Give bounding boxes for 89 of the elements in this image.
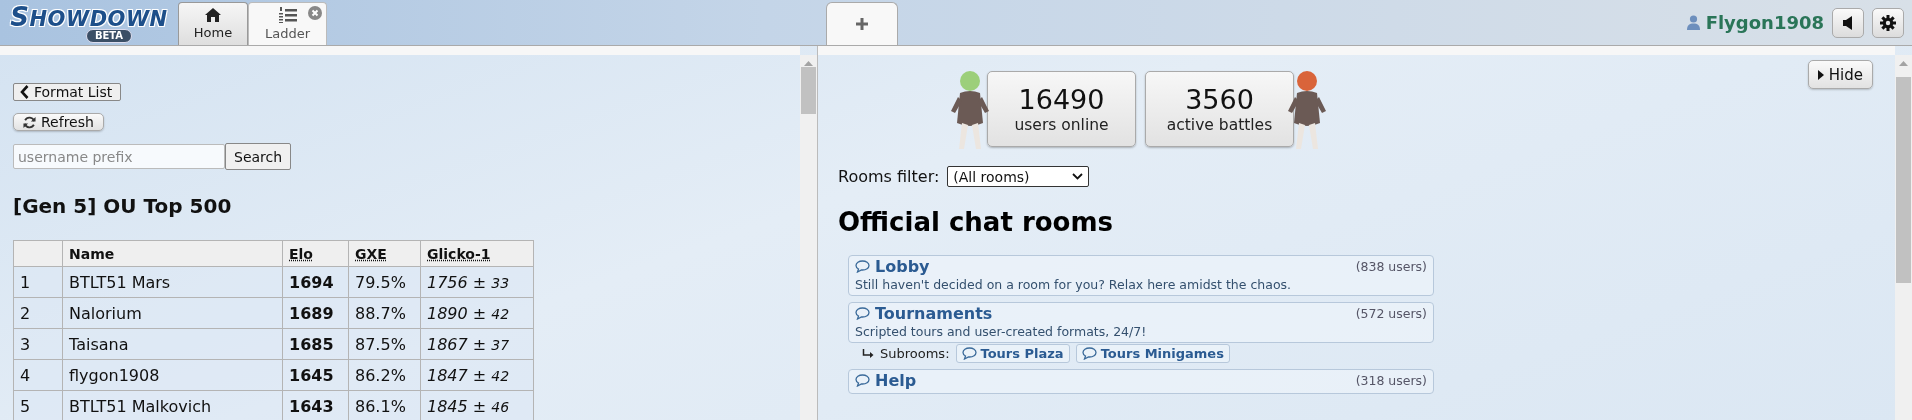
ladder-title: [Gen 5] OU Top 500 bbox=[13, 194, 232, 218]
room-card[interactable]: Lobby (838 users) Still haven't decided on a room for you? Relax here amidst the chaos. bbox=[848, 255, 1434, 296]
stat-label: users online bbox=[1014, 116, 1109, 134]
stat-label: active battles bbox=[1166, 116, 1273, 134]
stat-card[interactable]: 3560 active battles bbox=[1145, 71, 1294, 147]
speech-bubble-icon bbox=[855, 260, 870, 273]
rank-cell: 3 bbox=[13, 328, 63, 360]
section-heading: Official chat rooms bbox=[838, 207, 1114, 237]
refresh-button[interactable]: Refresh bbox=[13, 113, 104, 131]
username[interactable]: Flygon1908 bbox=[1705, 12, 1824, 33]
logo-title: SHOWDOWN bbox=[10, 6, 168, 30]
search-button[interactable]: Search bbox=[225, 143, 292, 170]
refresh-icon bbox=[23, 115, 36, 129]
room-card[interactable]: Help (318 users) bbox=[848, 369, 1434, 394]
username-field[interactable]: username prefix bbox=[13, 144, 225, 169]
room-description: Still haven't decided on a room for you? Relax here amidst the chaos. bbox=[855, 277, 1293, 292]
name-cell[interactable]: flygon1908 bbox=[62, 359, 283, 391]
gxe-cell: 86.2% bbox=[348, 359, 421, 391]
elo-cell: 1685 bbox=[282, 328, 349, 360]
gxe-cell: 87.5% bbox=[348, 328, 421, 360]
glicko-cell: 1847 ± 42 bbox=[420, 359, 534, 391]
sound-button[interactable] bbox=[1832, 7, 1864, 38]
elo-cell: 1643 bbox=[282, 390, 349, 420]
rank-cell: 1 bbox=[13, 266, 63, 298]
tab[interactable]: Ladder bbox=[248, 2, 327, 45]
subrooms-label: Subrooms: bbox=[880, 346, 950, 361]
filter-label: Rooms filter: bbox=[838, 167, 940, 186]
subroom-button[interactable]: Tours Plaza bbox=[955, 344, 1070, 363]
elo-cell: 1645 bbox=[282, 359, 349, 391]
new-tab-button[interactable] bbox=[826, 2, 898, 45]
speaker-icon bbox=[1843, 15, 1853, 30]
user-count: (838 users) bbox=[1355, 259, 1427, 274]
speech-bubble-icon bbox=[855, 307, 870, 320]
rooms-dropdown[interactable]: (All rooms) bbox=[947, 166, 1090, 187]
glicko-cell: 1756 ± 33 bbox=[420, 266, 534, 298]
logo[interactable]: SHOWDOWN BETA bbox=[0, 0, 178, 45]
user-icon bbox=[1686, 15, 1700, 30]
scroll-thumb[interactable] bbox=[801, 67, 816, 114]
name-cell[interactable]: BTLT51 Mars bbox=[62, 266, 283, 298]
gxe-cell: 86.1% bbox=[348, 390, 421, 420]
plus-icon bbox=[855, 17, 869, 31]
name-cell[interactable]: Taisana bbox=[62, 328, 283, 360]
tab[interactable]: Home bbox=[178, 2, 248, 45]
home-icon bbox=[205, 8, 221, 22]
name-cell[interactable]: BTLT51 Malkovich bbox=[62, 390, 283, 420]
format-list-button[interactable]: Format List bbox=[13, 83, 122, 101]
glicko-cell: 1867 ± 37 bbox=[420, 328, 534, 360]
close-icon bbox=[308, 6, 322, 20]
speech-bubble-icon bbox=[855, 374, 870, 387]
rank-cell: 4 bbox=[13, 359, 63, 391]
return-arrow-icon bbox=[862, 348, 874, 359]
scrollbar[interactable] bbox=[800, 55, 817, 420]
rank-cell: 2 bbox=[13, 297, 63, 329]
stat-card[interactable]: 16490 users online bbox=[987, 71, 1136, 147]
user-count: (318 users) bbox=[1355, 373, 1427, 388]
scroll-thumb[interactable] bbox=[1896, 77, 1911, 283]
speech-bubble-icon bbox=[961, 347, 977, 360]
hide-button[interactable]: Hide bbox=[1807, 60, 1873, 89]
gxe-cell: 79.5% bbox=[348, 266, 421, 298]
caret-right-icon bbox=[1817, 69, 1824, 80]
user-count: (572 users) bbox=[1355, 306, 1427, 321]
beta-badge: BETA bbox=[85, 29, 133, 43]
column-header[interactable]: Glicko-1 bbox=[420, 240, 534, 267]
room-name[interactable]: Tournaments bbox=[875, 304, 993, 323]
numbered-list-icon bbox=[278, 7, 297, 23]
room-card[interactable]: Tournaments (572 users) Scripted tours and user-created formats, 24/7! bbox=[848, 302, 1434, 343]
chevron-down-icon bbox=[1072, 173, 1084, 180]
glicko-cell: 1845 ± 46 bbox=[420, 390, 534, 420]
glicko-cell: 1890 ± 42 bbox=[420, 297, 534, 329]
chevron-left-icon bbox=[20, 85, 29, 99]
column-header[interactable]: GXE bbox=[348, 240, 421, 267]
stat-value: 16490 bbox=[1018, 84, 1105, 116]
stat-value: 3560 bbox=[1185, 84, 1254, 116]
elo-cell: 1689 bbox=[282, 297, 349, 329]
name-cell[interactable]: Nalorium bbox=[62, 297, 283, 329]
column-header: Name bbox=[62, 240, 283, 267]
scrollbar[interactable] bbox=[1895, 55, 1912, 420]
column-header[interactable]: Elo bbox=[282, 240, 349, 267]
settings-button[interactable] bbox=[1872, 7, 1904, 38]
speech-bubble-icon bbox=[1081, 347, 1097, 360]
room-name[interactable]: Help bbox=[875, 371, 917, 390]
settings-icon bbox=[1880, 14, 1896, 31]
rank-cell: 5 bbox=[13, 390, 63, 420]
room-description: Scripted tours and user-created formats, 24/7! bbox=[855, 324, 1148, 339]
elo-cell: 1694 bbox=[282, 266, 349, 298]
scroll-up-icon bbox=[1899, 61, 1908, 66]
subroom-button[interactable]: Tours Minigames bbox=[1075, 344, 1230, 363]
room-name[interactable]: Lobby bbox=[875, 257, 930, 276]
gxe-cell: 88.7% bbox=[348, 297, 421, 329]
